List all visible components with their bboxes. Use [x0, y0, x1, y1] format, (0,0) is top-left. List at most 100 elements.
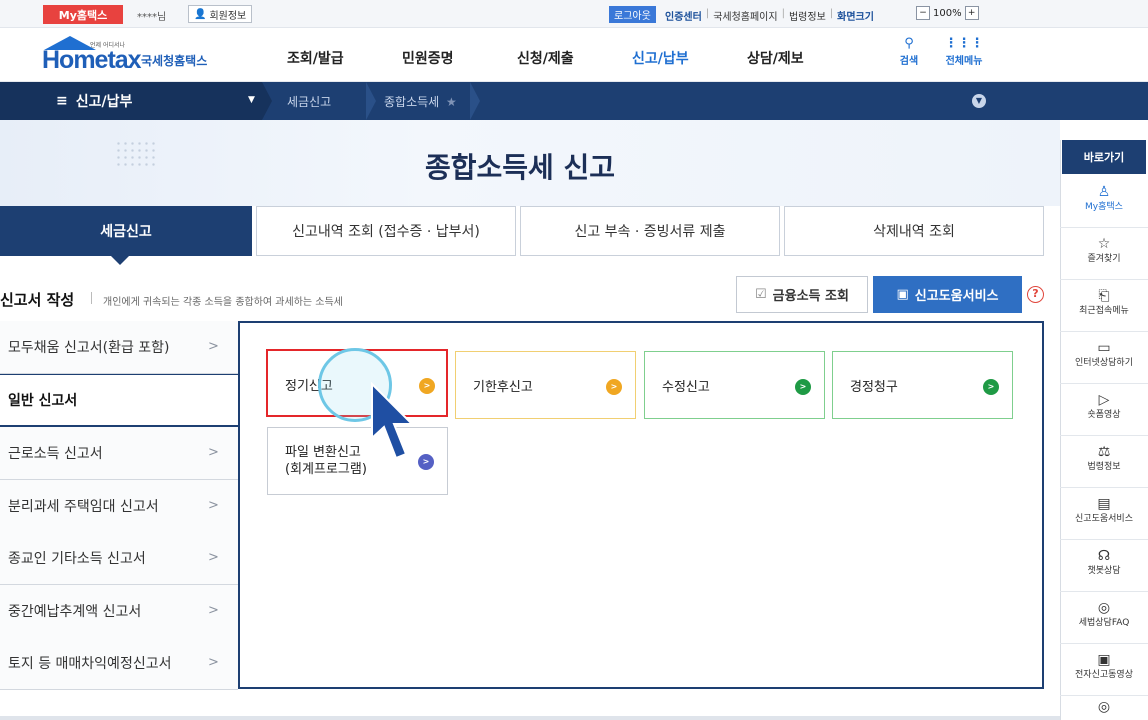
active-tab-pointer	[111, 256, 129, 265]
play-icon: ▷	[1098, 392, 1110, 408]
card-correction-claim[interactable]: 경정청구 >	[832, 351, 1013, 419]
side-item-label: 중간예납추계액 신고서	[8, 604, 142, 620]
help-icon[interactable]: ?	[1027, 286, 1044, 303]
nav-filing-payment[interactable]: 신고/납부	[632, 48, 747, 68]
chevron-right-icon: >	[208, 550, 219, 565]
breadcrumb-arrow	[470, 82, 480, 120]
quick-menu-title: 바로가기	[1062, 140, 1146, 174]
quick-tax-faq[interactable]: ◎ 세법상담FAQ	[1060, 592, 1148, 644]
chevron-right-icon: >	[208, 339, 219, 354]
quick-law-info[interactable]: ⚖ 법령정보	[1060, 436, 1148, 488]
card-label: 수정신고	[662, 380, 710, 395]
financial-income-button[interactable]: ☑ 금융소득 조회	[736, 276, 868, 313]
quick-label: My홈택스	[1085, 202, 1123, 212]
quick-favorites[interactable]: ☆ 즐겨찾기	[1060, 228, 1148, 280]
law-info-link[interactable]: 법령정보	[789, 8, 826, 23]
divider: |	[829, 8, 834, 19]
page-title: 종합소득세 신고	[424, 151, 616, 184]
quick-online-consult[interactable]: ▭ 인터넷상담하기	[1060, 332, 1148, 384]
chevron-right-icon: >	[208, 603, 219, 618]
search-label: 검색	[899, 56, 919, 67]
all-menu-button[interactable]: ⋮⋮⋮ 전체메뉴	[939, 36, 989, 67]
nav-certificate[interactable]: 민원증명	[402, 48, 517, 68]
quick-efiling-video[interactable]: ▣ 전자신고동영상	[1060, 644, 1148, 696]
chevron-right-icon: >	[606, 379, 622, 395]
zoom-out-button[interactable]: −	[916, 6, 930, 20]
side-item-interim[interactable]: 중간예납추계액 신고서 >	[0, 585, 238, 638]
tab-attachment-submit[interactable]: 신고 부속 · 증빙서류 제출	[520, 206, 780, 256]
myhometax-button[interactable]: My홈택스	[43, 5, 123, 24]
nav-consultation[interactable]: 상담/제보	[747, 48, 862, 68]
search-button[interactable]: ⚲ 검색	[897, 36, 921, 67]
side-item-label: 일반 신고서	[8, 393, 78, 409]
chevron-right-icon: >	[418, 454, 434, 470]
tab-filing-history[interactable]: 신고내역 조회 (접수증 · 납부서)	[256, 206, 516, 256]
utility-bar: My홈택스 ****님 👤 회원정보 로그아웃 인증센터 | 국세청홈페이지 |…	[0, 0, 1148, 28]
side-item-land-sale[interactable]: 토지 등 매매차익예정신고서 >	[0, 637, 238, 690]
hometax-logo[interactable]: 언제 어디서나 Hometax 국세청홈택스	[42, 36, 232, 76]
laptop-icon: ▭	[1097, 340, 1111, 356]
star-outline-icon: ☆	[1097, 236, 1111, 252]
chevron-right-icon: >	[795, 379, 811, 395]
quick-label: 전자신고동영상	[1075, 670, 1133, 680]
card-file-conversion[interactable]: 파일 변환신고 (회계프로그램) >	[267, 427, 448, 495]
card-label: 기한후신고	[473, 380, 533, 395]
quick-label: 법령정보	[1087, 462, 1121, 472]
chevron-down-icon[interactable]: ▼	[972, 94, 986, 108]
side-item-housing-rental[interactable]: 분리과세 주택임대 신고서 >	[0, 480, 238, 533]
quick-label: 즐겨찾기	[1087, 254, 1121, 264]
card-label-line2: (회계프로그램)	[285, 462, 367, 477]
logout-button[interactable]: 로그아웃	[609, 6, 656, 23]
financial-income-label: 금융소득 조회	[772, 289, 849, 304]
mouse-pointer-icon	[371, 382, 415, 460]
site-header: 언제 어디서나 Hometax 국세청홈택스 조회/발급 민원증명 신청/제출 …	[0, 28, 1148, 82]
chevron-right-icon: >	[208, 445, 219, 460]
side-item-earned-income[interactable]: 근로소득 신고서 >	[0, 427, 238, 480]
page-bottom-border	[0, 716, 1060, 720]
breadcrumb-tax-filing[interactable]: 세금신고	[287, 93, 331, 110]
user-icon: ♙	[1097, 184, 1111, 200]
side-item-prefilled[interactable]: 모두채움 신고서(환급 포함) >	[0, 321, 238, 374]
faq-icon: ◎	[1097, 600, 1111, 616]
zoom-level: 100%	[933, 7, 962, 19]
filing-help-label: 신고도움서비스	[914, 289, 999, 304]
gavel-icon: ⚖	[1097, 444, 1111, 460]
video-icon: ▣	[1097, 652, 1111, 668]
tab-deleted-history[interactable]: 삭제내역 조회	[784, 206, 1044, 256]
zoom-in-button[interactable]: +	[964, 6, 979, 20]
member-info-button[interactable]: 👤 회원정보	[188, 5, 253, 23]
all-menu-label: 전체메뉴	[945, 56, 983, 67]
breadcrumb-income-tax[interactable]: 종합소득세 ★	[384, 93, 457, 110]
quick-chatbot[interactable]: ☊ 챗봇상담	[1060, 540, 1148, 592]
card-amended-filing[interactable]: 수정신고 >	[644, 351, 825, 419]
quick-recent-menu[interactable]: ⎗ 최근접속메뉴	[1060, 280, 1148, 332]
nav-application[interactable]: 신청/제출	[517, 48, 632, 68]
tab-tax-filing[interactable]: 세금신고	[0, 206, 252, 256]
chevron-right-icon: >	[983, 379, 999, 395]
quick-myhometax[interactable]: ♙ My홈택스	[1060, 176, 1148, 228]
section-description: 개인에게 귀속되는 각종 소득을 종합하여 과세하는 소득세	[103, 297, 343, 308]
nav-inquiry[interactable]: 조회/발급	[287, 48, 402, 68]
search-icon: ⚲	[904, 36, 914, 51]
menu-selector[interactable]: ≡ 신고/납부 ▼	[0, 82, 262, 120]
chevron-right-icon: >	[208, 655, 219, 670]
auth-center-link[interactable]: 인증센터	[665, 8, 702, 23]
quick-short-video[interactable]: ▷ 숏폼영상	[1060, 384, 1148, 436]
star-icon[interactable]: ★	[446, 95, 457, 109]
side-item-general[interactable]: 일반 신고서	[0, 374, 238, 427]
user-icon: 👤	[194, 8, 207, 20]
user-name: ****님	[137, 12, 167, 23]
edit-icon: ☑	[755, 287, 767, 302]
grid-icon: ⋮⋮⋮	[944, 36, 984, 51]
side-item-religious[interactable]: 종교인 기타소득 신고서 >	[0, 532, 238, 585]
divider	[91, 292, 92, 304]
utility-links: 인증센터 | 국세청홈페이지 | 법령정보 | 화면크기	[665, 8, 874, 23]
book-icon: ▤	[1097, 496, 1111, 512]
logo-subtext: 국세청홈택스	[141, 54, 208, 68]
quick-filing-help[interactable]: ▤ 신고도움서비스	[1060, 488, 1148, 540]
quick-label: 인터넷상담하기	[1075, 358, 1133, 368]
card-late-filing[interactable]: 기한후신고 >	[455, 351, 636, 419]
filing-help-button[interactable]: ▣ 신고도움서비스	[873, 276, 1022, 313]
quick-more[interactable]: ◎	[1060, 696, 1148, 720]
nts-homepage-link[interactable]: 국세청홈페이지	[713, 8, 777, 23]
